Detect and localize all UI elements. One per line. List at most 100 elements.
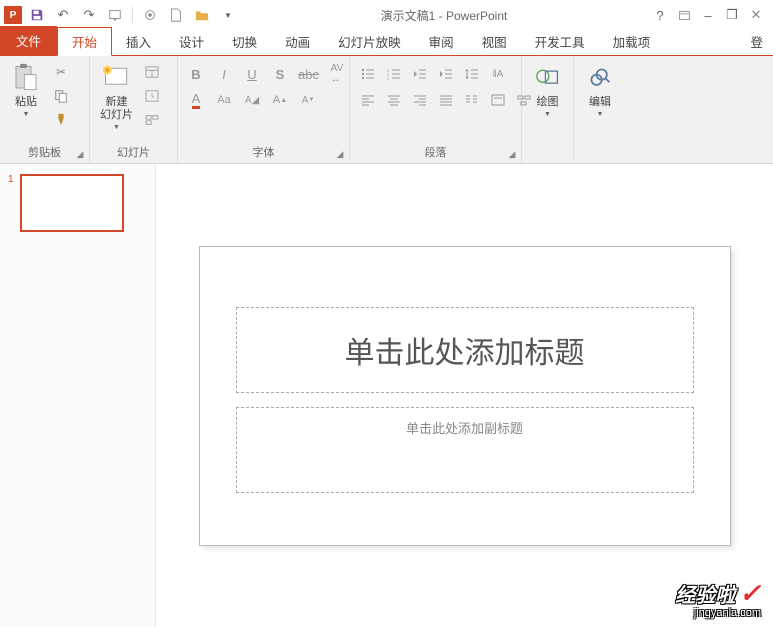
change-case-button[interactable]: Aa [214, 90, 234, 110]
line-spacing-button[interactable] [462, 64, 482, 84]
underline-button[interactable]: U [242, 64, 262, 84]
tab-review[interactable]: 审阅 [415, 28, 468, 55]
paste-button[interactable]: 粘贴 ▼ [4, 58, 48, 122]
new-slide-button[interactable]: 新建 幻灯片 ▼ [94, 58, 139, 135]
redo-button[interactable]: ↷ [78, 4, 100, 26]
font-launcher[interactable]: ◢ [334, 148, 346, 160]
slide-number: 1 [8, 174, 14, 232]
group-drawing: 绘图 ▼ [522, 56, 574, 163]
section-button[interactable] [141, 110, 163, 130]
increase-font-button[interactable]: A▲ [270, 90, 290, 110]
start-slideshow-button[interactable] [104, 4, 126, 26]
char-spacing-button[interactable]: AV↔ [327, 64, 347, 84]
shapes-icon [532, 62, 564, 94]
chevron-down-icon: ▼ [544, 111, 551, 118]
tab-view[interactable]: 视图 [468, 28, 521, 55]
svg-text:3: 3 [387, 76, 390, 80]
save-button[interactable] [26, 4, 48, 26]
minimize-button[interactable]: – [697, 4, 719, 26]
window-controls: ? – ❐ ✕ [649, 4, 773, 26]
tab-addins[interactable]: 加载项 [599, 28, 665, 55]
paste-label: 粘贴 [15, 96, 37, 109]
tab-design[interactable]: 设计 [165, 28, 218, 55]
clipboard-launcher[interactable]: ◢ [74, 148, 86, 160]
paste-icon [10, 62, 42, 94]
new-slide-icon [101, 62, 133, 94]
decrease-font-button[interactable]: A▼ [298, 90, 318, 110]
watermark-url: jingyanla.com [675, 607, 761, 619]
subtitle-placeholder[interactable]: 单击此处添加副标题 [236, 407, 694, 493]
increase-indent-button[interactable] [436, 64, 456, 84]
new-slide-label: 新建 幻灯片 [100, 96, 133, 122]
tab-login[interactable]: 登 [736, 28, 773, 55]
ribbon: 粘贴 ▼ ✂ 剪贴板 ◢ 新建 幻灯片 ▼ [0, 56, 773, 164]
tab-animations[interactable]: 动画 [271, 28, 324, 55]
slide-editor[interactable]: 单击此处添加标题 单击此处添加副标题 [156, 164, 773, 627]
font-color-button[interactable]: A [186, 90, 206, 110]
group-label-clipboard: 剪贴板 [4, 142, 85, 163]
close-button[interactable]: ✕ [745, 4, 767, 26]
ribbon-tabs: 文件 开始 插入 设计 切换 动画 幻灯片放映 审阅 视图 开发工具 加载项 登 [0, 30, 773, 56]
tab-insert[interactable]: 插入 [112, 28, 165, 55]
restore-button[interactable]: ❐ [721, 4, 743, 26]
group-label-paragraph: 段落 [354, 142, 517, 163]
thumbnail-pane[interactable]: 1 [0, 164, 156, 627]
align-center-button[interactable] [384, 90, 404, 110]
drawing-button[interactable]: 绘图 ▼ [526, 58, 570, 122]
tab-developer[interactable]: 开发工具 [521, 28, 599, 55]
shadow-button[interactable]: S [270, 64, 290, 84]
editing-label: 编辑 [589, 96, 611, 109]
copy-button[interactable] [50, 86, 72, 106]
touch-mode-button[interactable] [139, 4, 161, 26]
editing-button[interactable]: 编辑 ▼ [578, 58, 622, 122]
strikethrough-button[interactable]: abc [298, 64, 319, 84]
watermark-text: 经验啦 [675, 579, 735, 608]
qat-customize-button[interactable]: ▼ [217, 4, 239, 26]
drawing-label: 绘图 [537, 96, 559, 109]
group-label-slides: 幻灯片 [94, 142, 173, 163]
align-right-button[interactable] [410, 90, 430, 110]
reset-button[interactable] [141, 86, 163, 106]
justify-button[interactable] [436, 90, 456, 110]
slide-thumbnail[interactable]: 1 [8, 174, 147, 232]
group-label-font: 字体 [182, 142, 345, 163]
chevron-down-icon: ▼ [23, 111, 30, 118]
watermark: 经验啦 ✓ jingyanla.com [675, 578, 761, 619]
decrease-indent-button[interactable] [410, 64, 430, 84]
chevron-down-icon: ▼ [113, 124, 120, 131]
align-text-button[interactable] [488, 90, 508, 110]
cut-button[interactable]: ✂ [50, 62, 72, 82]
clear-formatting-button[interactable]: A◢ [242, 90, 262, 110]
columns-button[interactable] [462, 90, 482, 110]
window-title: 演示文稿1 - PowerPoint [239, 7, 649, 24]
title-placeholder[interactable]: 单击此处添加标题 [236, 307, 694, 393]
chevron-down-icon: ▼ [597, 111, 604, 118]
tab-transitions[interactable]: 切换 [218, 28, 271, 55]
check-icon: ✓ [739, 578, 761, 609]
undo-button[interactable]: ↶ [52, 4, 74, 26]
numbering-button[interactable]: 123 [384, 64, 404, 84]
paragraph-launcher[interactable]: ◢ [506, 148, 518, 160]
bold-button[interactable]: B [186, 64, 206, 84]
find-icon [584, 62, 616, 94]
align-left-button[interactable] [358, 90, 378, 110]
layout-button[interactable] [141, 62, 163, 82]
new-file-button[interactable] [165, 4, 187, 26]
ribbon-display-button[interactable] [673, 4, 695, 26]
thumbnail-preview[interactable] [20, 174, 124, 232]
group-clipboard: 粘贴 ▼ ✂ 剪贴板 ◢ [0, 56, 90, 163]
format-painter-button[interactable] [50, 110, 72, 130]
bullets-button[interactable] [358, 64, 378, 84]
group-editing: 编辑 ▼ [574, 56, 626, 163]
group-label-drawing [526, 146, 569, 163]
tab-home[interactable]: 开始 [57, 27, 112, 56]
text-direction-button[interactable]: ‖A [488, 64, 508, 84]
title-bar: P ↶ ↷ ▼ 演示文稿1 - PowerPoint ? – ❐ ✕ [0, 0, 773, 30]
tab-file[interactable]: 文件 [0, 26, 57, 55]
slide-canvas[interactable]: 单击此处添加标题 单击此处添加副标题 [200, 247, 730, 545]
open-file-button[interactable] [191, 4, 213, 26]
main-area: 1 单击此处添加标题 单击此处添加副标题 [0, 164, 773, 627]
tab-slideshow[interactable]: 幻灯片放映 [324, 28, 415, 55]
help-button[interactable]: ? [649, 4, 671, 26]
italic-button[interactable]: I [214, 64, 234, 84]
